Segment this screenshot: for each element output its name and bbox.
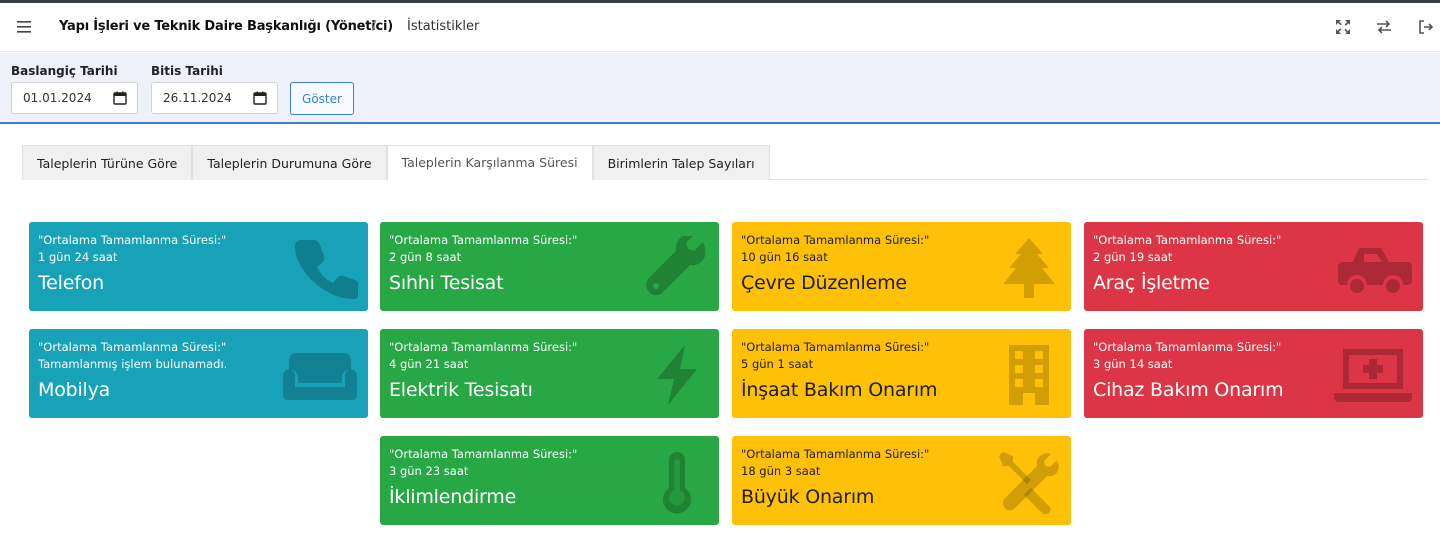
tab-by-unit-requests[interactable]: Birimlerin Talep Sayıları [592, 145, 770, 180]
card-title: Mobilya [38, 379, 111, 401]
card-subtitle: "Ortalama Tamamlanma Süresi:" [389, 340, 578, 354]
stat-card-iklimlendirme[interactable]: "Ortalama Tamamlanma Süresi:" 3 gün 23 s… [380, 436, 719, 525]
card-duration: 3 gün 14 saat [1093, 357, 1173, 371]
card-title: Cihaz Bakım Onarım [1093, 379, 1284, 401]
breadcrumb-separator: / [372, 19, 377, 34]
stat-card-mobilya[interactable]: "Ortalama Tamamlanma Süresi:" Tamamlanmı… [29, 329, 368, 418]
top-navbar: Yapı İşleri ve Teknik Daire Başkanlığı (… [0, 3, 1440, 52]
card-duration: 1 gün 24 saat [38, 250, 118, 264]
card-duration: 2 gün 8 saat [389, 250, 462, 264]
stat-card-telefon[interactable]: "Ortalama Tamamlanma Süresi:" 1 gün 24 s… [29, 222, 368, 311]
switch-arrows-icon[interactable] [1375, 18, 1393, 36]
card-duration: 5 gün 1 saat [741, 357, 814, 371]
laptop-medical-icon [1334, 349, 1412, 402]
card-subtitle: "Ortalama Tamamlanma Süresi:" [38, 233, 227, 247]
tree-icon [1003, 238, 1055, 298]
logout-icon[interactable] [1417, 18, 1435, 36]
card-title: İklimlendirme [389, 486, 517, 508]
card-title: Sıhhi Tesisat [389, 272, 504, 294]
start-date-input[interactable]: 01.01.2024 [11, 82, 138, 114]
couch-icon [283, 353, 357, 400]
tab-by-status[interactable]: Taleplerin Durumuna Göre [192, 145, 387, 180]
calendar-icon[interactable] [253, 91, 267, 105]
end-date-input[interactable]: 26.11.2024 [151, 82, 278, 114]
hamburger-menu-icon[interactable] [14, 17, 34, 37]
start-date-label: Baslangiç Tarihi [11, 64, 118, 78]
card-subtitle: "Ortalama Tamamlanma Süresi:" [1093, 340, 1282, 354]
card-duration: 18 gün 3 saat [741, 464, 821, 478]
card-subtitle: "Ortalama Tamamlanma Süresi:" [741, 233, 930, 247]
stat-card-arac-isletme[interactable]: "Ortalama Tamamlanma Süresi:" 2 gün 19 s… [1084, 222, 1423, 311]
card-subtitle: "Ortalama Tamamlanma Süresi:" [389, 447, 578, 461]
app-title: Yapı İşleri ve Teknik Daire Başkanlığı (… [59, 19, 394, 34]
bolt-icon [657, 345, 697, 405]
card-title: İnşaat Bakım Onarım [741, 379, 938, 401]
wrench-icon [646, 236, 706, 295]
phone-icon [295, 240, 358, 299]
card-duration: 2 gün 19 saat [1093, 250, 1173, 264]
truck-icon [1338, 248, 1412, 293]
card-subtitle: "Ortalama Tamamlanma Süresi:" [1093, 233, 1282, 247]
card-title: Elektrik Tesisatı [389, 379, 533, 401]
tools-icon [999, 452, 1059, 514]
card-title: Araç İşletme [1093, 272, 1210, 294]
end-date-value: 26.11.2024 [163, 91, 232, 105]
card-subtitle: "Ortalama Tamamlanma Süresi:" [741, 340, 930, 354]
card-subtitle: "Ortalama Tamamlanma Süresi:" [741, 447, 930, 461]
stat-card-insaat-bakim-onarim[interactable]: "Ortalama Tamamlanma Süresi:" 5 gün 1 sa… [732, 329, 1071, 418]
card-subtitle: "Ortalama Tamamlanma Süresi:" [38, 340, 227, 354]
card-duration: 3 gün 23 saat [389, 464, 469, 478]
card-duration: Tamamlanmış işlem bulunamadı. [38, 357, 228, 371]
end-date-label: Bitis Tarihi [151, 64, 223, 78]
stat-card-cihaz-bakim-onarim[interactable]: "Ortalama Tamamlanma Süresi:" 3 gün 14 s… [1084, 329, 1423, 418]
breadcrumb[interactable]: İstatistikler [407, 19, 479, 34]
tab-bar: Taleplerin Türüne Göre Taleplerin Durumu… [22, 145, 770, 180]
tab-by-type[interactable]: Taleplerin Türüne Göre [22, 145, 193, 180]
stat-card-sihhi-tesisat[interactable]: "Ortalama Tamamlanma Süresi:" 2 gün 8 sa… [380, 222, 719, 311]
stat-card-elektrik-tesisati[interactable]: "Ortalama Tamamlanma Süresi:" 4 gün 21 s… [380, 329, 719, 418]
card-subtitle: "Ortalama Tamamlanma Süresi:" [389, 233, 578, 247]
card-title: Çevre Düzenleme [741, 272, 907, 294]
stat-card-buyuk-onarim[interactable]: "Ortalama Tamamlanma Süresi:" 18 gün 3 s… [732, 436, 1071, 525]
card-title: Telefon [38, 272, 104, 294]
card-duration: 10 gün 16 saat [741, 250, 828, 264]
thermometer-icon [663, 452, 691, 514]
tab-by-resolution-time[interactable]: Taleplerin Karşılanma Süresi [386, 145, 593, 180]
card-duration: 4 gün 21 saat [389, 357, 469, 371]
card-title: Büyük Onarım [741, 486, 875, 508]
show-button[interactable]: Göster [290, 82, 354, 115]
date-filter-bar: Baslangiç Tarihi 01.01.2024 Bitis Tarihi… [0, 53, 1440, 124]
start-date-value: 01.01.2024 [23, 91, 92, 105]
fullscreen-icon[interactable] [1334, 18, 1352, 36]
calendar-icon[interactable] [113, 91, 127, 105]
stat-card-cevre-duzenleme[interactable]: "Ortalama Tamamlanma Süresi:" 10 gün 16 … [732, 222, 1071, 311]
building-icon [1009, 345, 1049, 405]
